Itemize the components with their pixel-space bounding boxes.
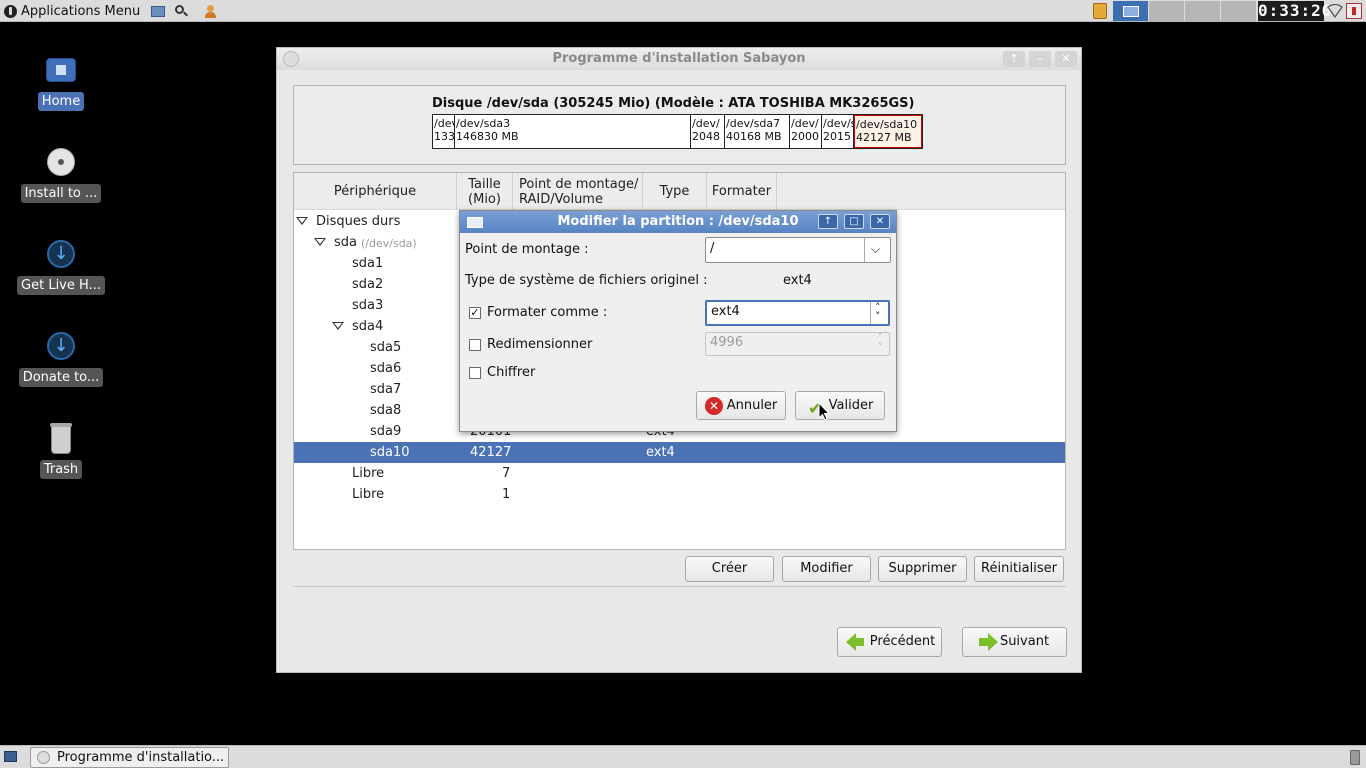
desktop-icon-home[interactable]: Home xyxy=(18,52,104,111)
arrow-left-icon xyxy=(846,633,864,651)
updown-icon: ˄ ˅ xyxy=(875,301,881,323)
taskbar-window-button[interactable]: Programme d'installatio... xyxy=(30,747,229,768)
maximize-button[interactable]: □ xyxy=(844,214,864,229)
format-type-value: ext4 xyxy=(711,304,740,319)
cd-icon xyxy=(43,144,79,180)
modify-button[interactable]: Modifier xyxy=(782,556,871,582)
disk-partition-map: /dev/133 /dev/sda3146830 MB /dev/2048 /d… xyxy=(432,114,923,149)
desktop-icon-label: Get Live H... xyxy=(17,276,105,295)
desktop-icon-label: Home xyxy=(37,92,85,111)
partition-segment-selected[interactable]: /dev/sda10 42127 MB xyxy=(854,115,922,148)
encrypt-label: Chiffrer xyxy=(487,365,536,380)
partition-segment[interactable]: /dev/2048 xyxy=(691,115,725,148)
separator xyxy=(293,586,1066,587)
desktop-icon-donate[interactable]: ↓ Donate to... xyxy=(18,328,104,387)
download-icon: ↓ xyxy=(43,236,79,272)
window-icon xyxy=(37,751,50,764)
partition-segment[interactable]: /dev/2000 xyxy=(790,115,822,148)
close-button[interactable]: ✕ xyxy=(1055,51,1077,67)
applications-menu-label: Applications Menu xyxy=(21,3,141,19)
file-manager-icon[interactable] xyxy=(150,3,166,19)
column-header-format[interactable]: Formater xyxy=(707,173,777,210)
resize-spinbutton[interactable]: 4996 ˄ ˅ xyxy=(705,332,890,356)
download-icon: ↓ xyxy=(43,328,79,364)
mount-point-value[interactable]: / xyxy=(710,241,714,256)
reset-button[interactable]: Réinitialiser xyxy=(974,556,1064,582)
shade-button[interactable]: ↑ xyxy=(818,214,838,229)
clipboard-icon[interactable] xyxy=(1093,3,1107,19)
minimize-button[interactable]: – xyxy=(1029,51,1051,67)
desktop-icon-label: Trash xyxy=(39,460,83,479)
disk-title: Disque /dev/sda (305245 Mio) (Modèle : A… xyxy=(432,96,915,111)
column-header-type[interactable]: Type xyxy=(643,173,707,210)
applications-menu-icon xyxy=(4,4,17,18)
mouse-cursor-icon xyxy=(818,402,830,421)
user-icon[interactable] xyxy=(202,3,218,19)
resize-label: Redimensionner xyxy=(487,337,593,352)
encrypt-checkbox[interactable] xyxy=(469,367,481,379)
spin-icon: ˄ ˅ xyxy=(878,333,883,353)
taskbar: Programme d'installatio... xyxy=(0,745,1366,768)
expander-icon[interactable] xyxy=(296,217,308,225)
resize-checkbox[interactable] xyxy=(469,339,481,351)
window-titlebar[interactable]: Programme d'installation Sabayon ↑ – ✕ xyxy=(277,48,1081,70)
column-header-device[interactable]: Périphérique xyxy=(294,173,457,210)
tree-row-free[interactable]: Libre 7 xyxy=(294,463,1065,484)
desktop-icon-install[interactable]: Install to ... xyxy=(18,144,104,203)
shade-button[interactable]: ↑ xyxy=(1003,51,1025,67)
workspace-2[interactable] xyxy=(1149,1,1184,21)
create-button[interactable]: Créer xyxy=(685,556,774,582)
cancel-button[interactable]: ✕ Annuler xyxy=(696,391,786,420)
close-button[interactable]: ✕ xyxy=(870,214,890,229)
format-checkbox[interactable]: ✓ xyxy=(469,307,481,319)
original-fs-value: ext4 xyxy=(783,273,812,288)
expander-icon[interactable] xyxy=(332,322,344,330)
cancel-icon: ✕ xyxy=(705,397,723,415)
previous-button[interactable]: Précédent xyxy=(837,627,942,657)
column-header-size[interactable]: Taille (Mio) xyxy=(457,173,513,210)
column-header-mount[interactable]: Point de montage/RAID/Volume xyxy=(513,173,643,210)
dialog-titlebar[interactable]: Modifier la partition : /dev/sda10 ↑ □ ✕ xyxy=(460,211,896,233)
top-panel: Applications Menu 0:33:20 xyxy=(0,0,1366,22)
desktop-icon-trash[interactable]: Trash xyxy=(18,420,104,479)
desktop-icon-label: Donate to... xyxy=(18,368,104,387)
partition-segment[interactable]: /dev/133 xyxy=(433,115,455,148)
ok-button[interactable]: ✔ Valider xyxy=(795,391,885,420)
arrow-right-icon xyxy=(979,633,998,651)
trash-icon xyxy=(43,420,79,456)
mount-point-label: Point de montage : xyxy=(465,242,589,257)
format-type-select[interactable]: ext4 ˄ ˅ xyxy=(705,300,890,326)
network-icon[interactable] xyxy=(1327,4,1343,18)
show-desktop-icon[interactable] xyxy=(4,751,17,762)
edit-partition-dialog: Modifier la partition : /dev/sda10 ↑ □ ✕… xyxy=(459,210,897,432)
tree-header: Périphérique Taille (Mio) Point de montag… xyxy=(294,173,1065,210)
applications-menu[interactable]: Applications Menu xyxy=(4,2,140,20)
format-label: Formater comme : xyxy=(487,305,608,320)
clock[interactable]: 0:33:20 xyxy=(1258,1,1331,21)
partition-segment[interactable]: /dev/s 2015 xyxy=(822,115,854,148)
workspace-1[interactable] xyxy=(1113,1,1148,21)
desktop-icon-get-live[interactable]: ↓ Get Live H... xyxy=(17,236,105,295)
chevron-down-icon[interactable]: ⌵ xyxy=(871,242,880,257)
original-fs-label: Type de système de fichiers originel : xyxy=(465,273,708,288)
partition-segment[interactable]: /dev/sda7 40168 MB xyxy=(725,115,790,148)
workspace-switcher[interactable] xyxy=(1113,1,1256,21)
disk-panel: Disque /dev/sda (305245 Mio) (Modèle : A… xyxy=(293,85,1066,165)
resize-value: 4996 xyxy=(710,335,744,350)
desktop-icon-label: Install to ... xyxy=(20,184,102,203)
next-button[interactable]: Suivant xyxy=(962,627,1067,657)
mount-point-combo[interactable]: / ⌵ xyxy=(705,237,891,263)
trash-icon[interactable] xyxy=(1350,750,1360,765)
workspace-4[interactable] xyxy=(1221,1,1256,21)
delete-button[interactable]: Supprimer xyxy=(878,556,967,582)
workspace-3[interactable] xyxy=(1185,1,1220,21)
power-icon[interactable] xyxy=(1346,3,1362,19)
window-title: Programme d'installation Sabayon xyxy=(552,51,806,66)
tree-row-free[interactable]: Libre 1 xyxy=(294,484,1065,505)
home-folder-icon xyxy=(43,52,79,88)
partition-segment[interactable]: /dev/sda3 146830 MB xyxy=(455,115,691,148)
expander-icon[interactable] xyxy=(314,238,326,246)
search-icon[interactable] xyxy=(173,3,189,19)
tree-row-sda10[interactable]: sda10 42127 ext4 xyxy=(294,442,1065,463)
